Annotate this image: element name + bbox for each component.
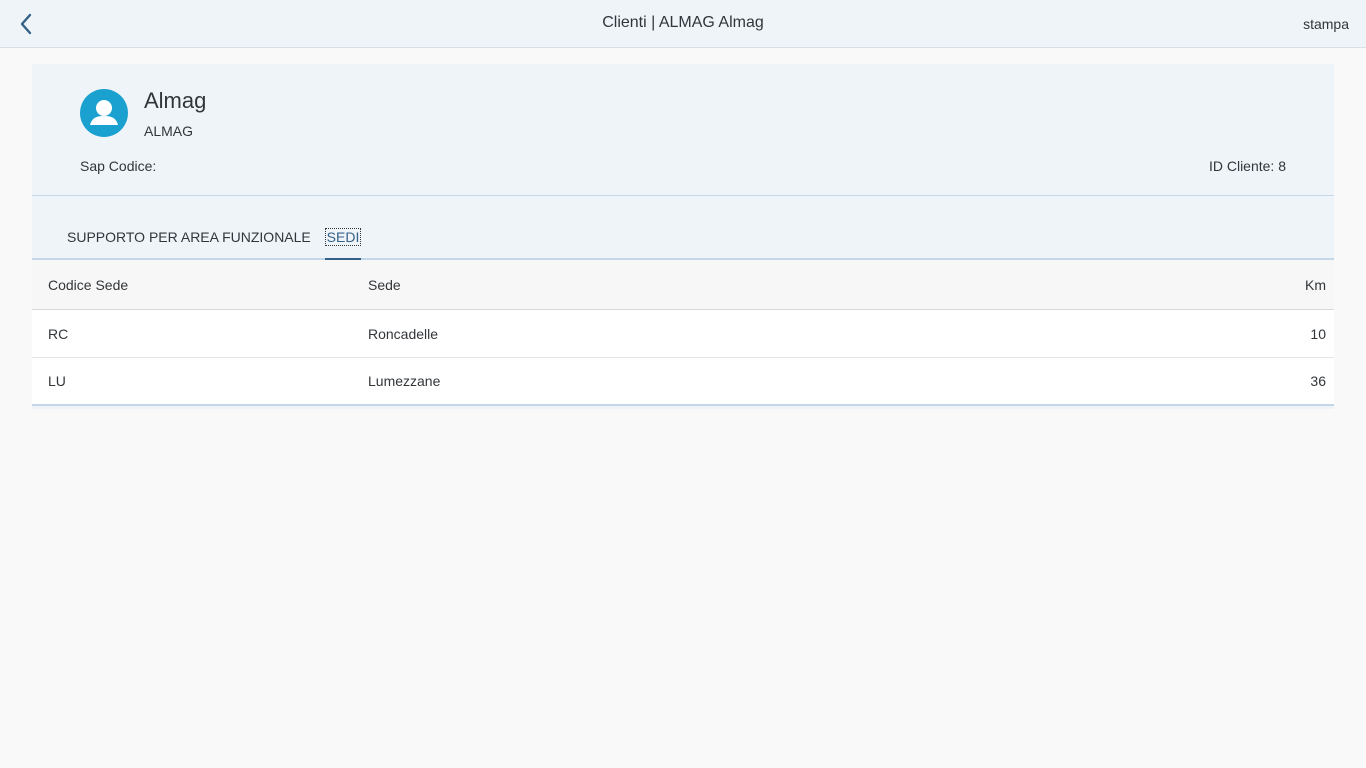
column-header-sede: Sede <box>368 276 401 293</box>
person-placeholder-icon <box>90 100 118 125</box>
object-page: Almag ALMAG Sap Codice: ID Cliente: 8 SU… <box>32 64 1334 409</box>
table-row[interactable]: LU Lumezzane 36 <box>32 358 1334 406</box>
column-header-codice: Codice Sede <box>48 276 129 293</box>
table-row[interactable]: RC Roncadelle 10 <box>32 310 1334 358</box>
tab-sedi-label: SEDI <box>324 228 362 246</box>
print-button[interactable]: stampa <box>1303 16 1349 32</box>
tab-sedi[interactable]: SEDI <box>324 228 362 260</box>
table-header: Codice Sede Sede Km <box>32 260 1334 310</box>
cell-codice: LU <box>48 373 66 389</box>
cell-km: 36 <box>1310 373 1326 389</box>
sap-code-attribute: Sap Codice: <box>80 158 157 174</box>
sedi-table: Codice Sede Sede Km RC Roncadelle 10 LU … <box>32 260 1334 406</box>
object-subtitle: ALMAG <box>144 123 194 139</box>
object-header: Almag ALMAG Sap Codice: ID Cliente: 8 <box>32 64 1334 196</box>
object-title: Almag <box>144 88 207 113</box>
shell-bar: Clienti | ALMAG Almag stampa <box>0 0 1366 48</box>
cell-km: 10 <box>1310 325 1326 342</box>
cell-sede: Roncadelle <box>368 325 439 342</box>
avatar <box>80 89 128 137</box>
page-title: Clienti | ALMAG Almag <box>602 14 764 31</box>
client-id-attribute: ID Cliente: 8 <box>1208 158 1286 174</box>
tab-bar: SUPPORTO PER AREA FUNZIONALE SEDI <box>32 197 1334 260</box>
column-header-km: Km <box>1305 276 1326 293</box>
cell-sede: Lumezzane <box>368 373 441 389</box>
tab-supporto[interactable]: SUPPORTO PER AREA FUNZIONALE <box>67 229 311 260</box>
cell-codice: RC <box>48 325 69 342</box>
